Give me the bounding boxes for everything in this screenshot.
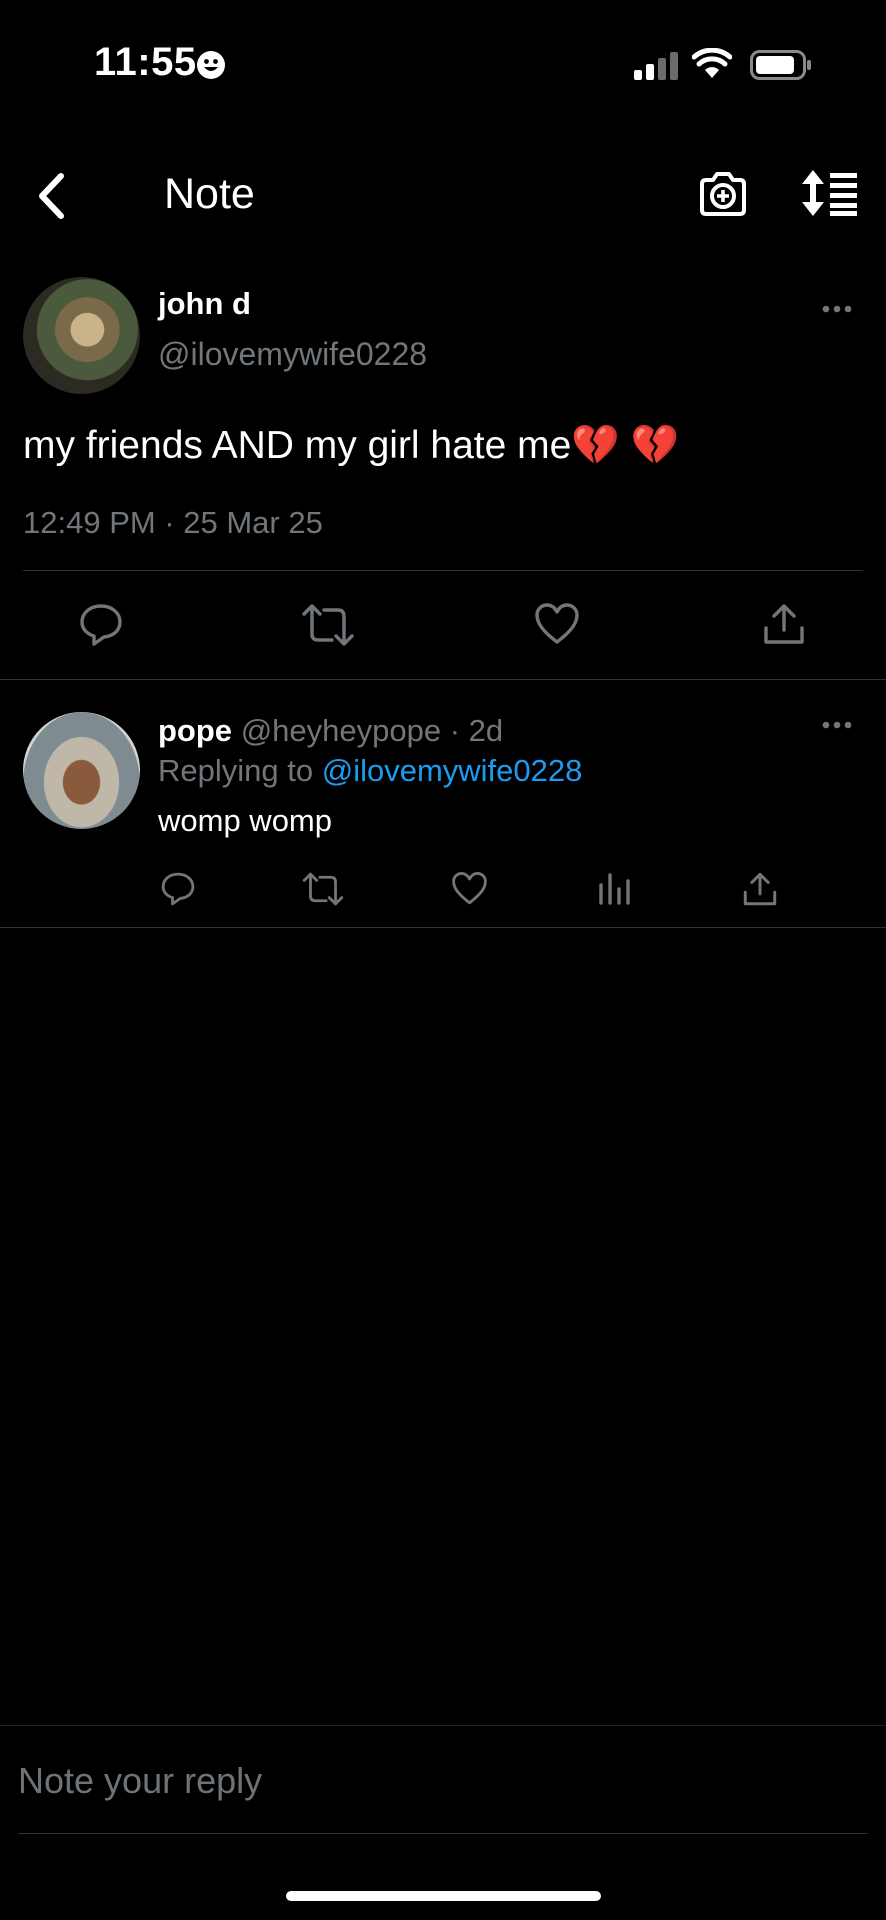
reply-icon — [161, 872, 195, 906]
reply-button[interactable] — [78, 602, 124, 648]
post-timestamp: 12:49 PM · 25 Mar 25 — [23, 505, 323, 540]
replying-to-handle-link[interactable]: @ilovemywife0228 — [322, 753, 583, 788]
like-icon — [452, 871, 487, 905]
divider — [23, 570, 863, 571]
more-icon — [822, 721, 852, 729]
like-icon — [535, 603, 579, 644]
views-button[interactable] — [598, 871, 632, 905]
camera-add-button[interactable] — [698, 170, 748, 218]
back-button[interactable] — [34, 172, 68, 220]
wifi-icon — [692, 48, 732, 80]
reply-header: pope @heyheypope · 2d — [158, 713, 503, 749]
reply-text: womp womp — [158, 803, 332, 838]
more-options-button[interactable] — [822, 721, 852, 729]
avatar[interactable] — [23, 277, 140, 394]
reply-button[interactable] — [160, 871, 196, 907]
like-button[interactable] — [534, 602, 580, 646]
replying-to: Replying to @ilovemywife0228 — [158, 753, 582, 789]
status-time: 11:55 — [94, 40, 197, 84]
replying-to-label: Replying to — [158, 753, 314, 788]
share-icon — [764, 604, 804, 644]
divider — [0, 679, 886, 680]
reply-icon — [80, 604, 122, 646]
page-title: Note — [164, 170, 255, 218]
repost-button[interactable] — [302, 871, 344, 907]
sort-button[interactable] — [800, 170, 858, 216]
reply-author-meta: @heyheypope · 2d — [240, 713, 504, 748]
smiley-icon — [196, 50, 226, 80]
post-text: my friends AND my girl hate me💔 💔 — [23, 424, 680, 467]
more-options-button[interactable] — [822, 305, 852, 313]
divider — [0, 927, 886, 928]
camera-add-icon — [700, 172, 746, 216]
share-button[interactable] — [742, 871, 778, 907]
share-icon — [743, 872, 777, 906]
share-button[interactable] — [762, 602, 806, 646]
divider — [0, 1725, 886, 1726]
cellular-signal-icon — [634, 52, 680, 80]
repost-icon — [302, 872, 344, 906]
sort-icon — [802, 170, 857, 216]
author-handle[interactable]: @ilovemywife0228 — [158, 336, 427, 373]
avatar[interactable] — [23, 712, 140, 829]
repost-button[interactable] — [302, 602, 354, 648]
divider — [18, 1833, 868, 1834]
home-indicator[interactable] — [286, 1891, 601, 1901]
battery-icon — [750, 50, 812, 80]
author-name[interactable]: john d — [158, 286, 251, 322]
like-button[interactable] — [451, 871, 488, 906]
repost-icon — [302, 604, 354, 646]
reply-author-name[interactable]: pope — [158, 713, 232, 748]
more-icon — [822, 305, 852, 313]
reply-input[interactable] — [18, 1756, 838, 1806]
views-icon — [599, 873, 630, 905]
